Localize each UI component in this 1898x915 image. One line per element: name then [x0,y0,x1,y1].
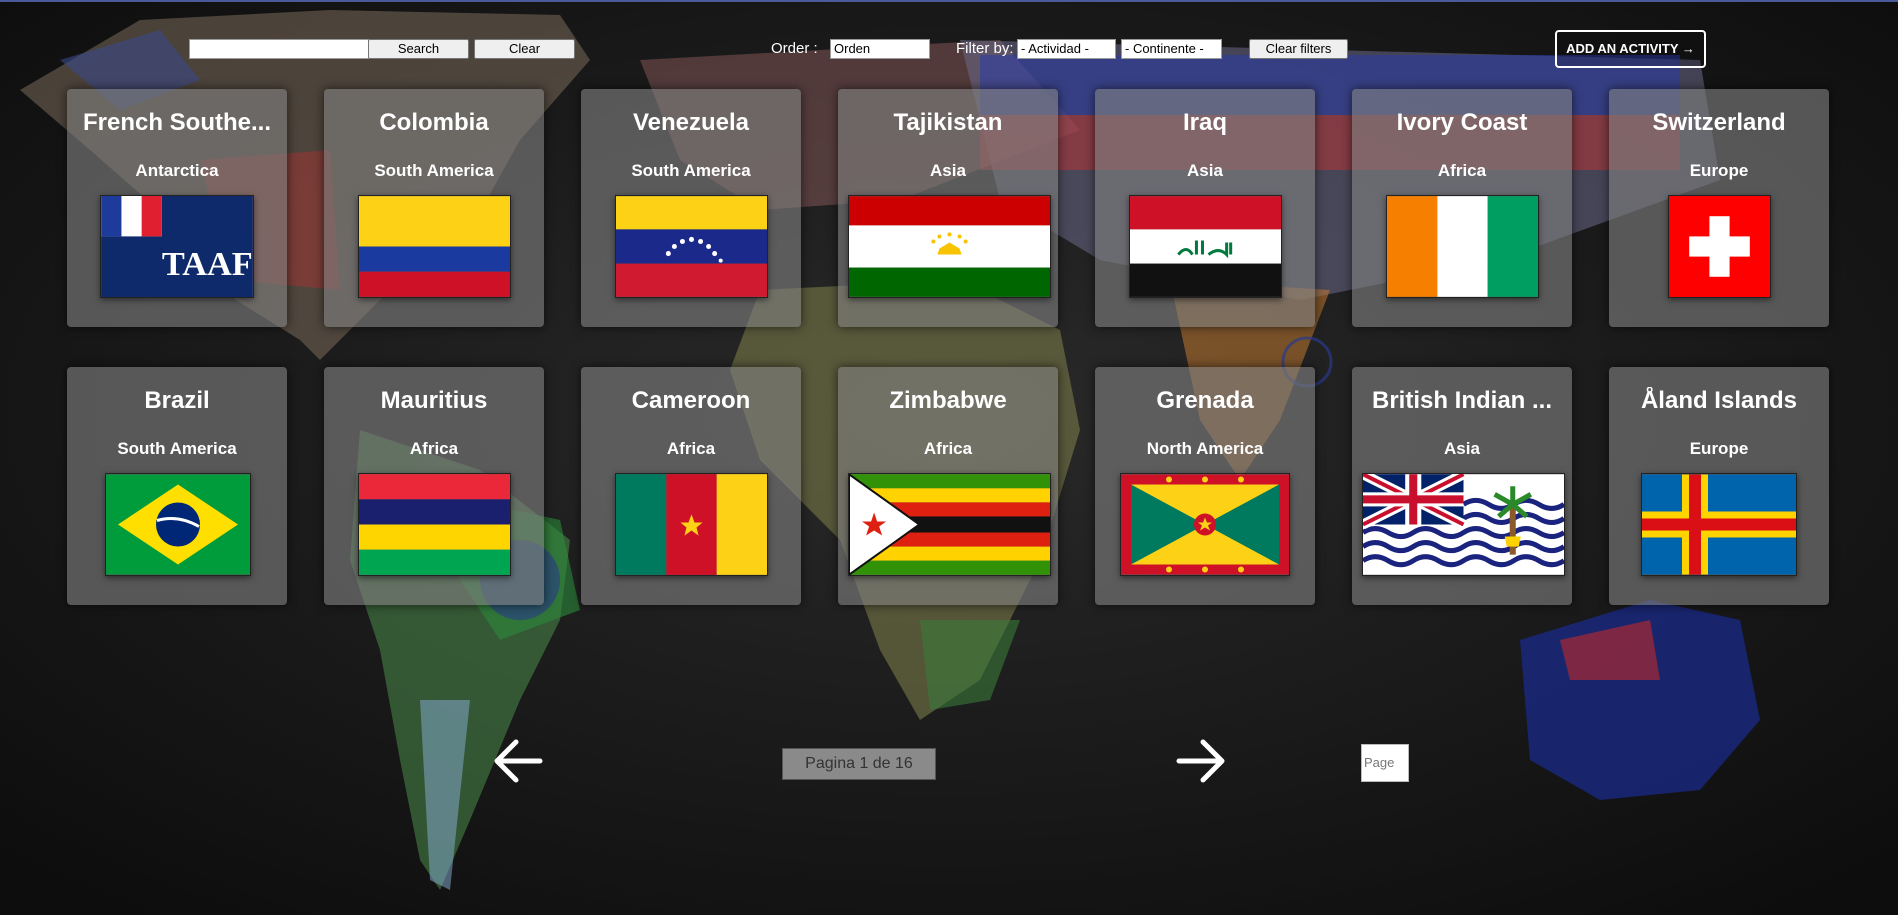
country-continent: Antarctica [135,161,219,180]
country-continent: Europe [1689,161,1749,180]
country-name: Zimbabwe [889,387,1007,414]
search-button[interactable]: Search [368,39,469,59]
continent-filter-select[interactable]: - Continente - [1121,39,1222,59]
clear-filters-button[interactable]: Clear filters [1249,39,1348,59]
country-card[interactable]: Venezuela South America [581,89,801,327]
country-continent: South America [374,161,494,180]
country-card[interactable]: Grenada North America [1095,367,1315,605]
top-border [0,0,1898,2]
add-activity-button[interactable]: ADD AN ACTIVITY → [1555,30,1706,68]
flag-venezuela-icon [615,195,768,298]
country-card[interactable]: Mauritius Africa [324,367,544,605]
country-card[interactable]: Åland Islands Europe [1609,367,1829,605]
flag-brazil-icon [105,473,251,576]
activity-filter-select[interactable]: - Actividad - [1017,39,1116,59]
country-card[interactable]: Zimbabwe Africa [838,367,1058,605]
page-number-input[interactable]: Page [1361,744,1409,782]
flag-aland-islands-icon [1641,473,1797,576]
country-continent: Europe [1689,439,1749,458]
page-indicator: Pagina 1 de 16 [782,748,936,780]
country-card[interactable]: Switzerland Europe [1609,89,1829,327]
country-name: Brazil [144,387,210,414]
country-continent: Asia [1444,439,1480,458]
country-name: French Southe... [82,109,271,136]
country-card[interactable]: Iraq Asia [1095,89,1315,327]
country-name: Venezuela [632,109,750,136]
country-continent: Africa [1437,161,1487,180]
country-continent: Asia [1187,161,1223,180]
order-input[interactable]: Orden [830,39,930,59]
country-name: Iraq [1182,109,1227,136]
country-name: Tajikistan [893,109,1003,136]
filter-label: Filter by: [956,40,1014,57]
flag-iraq-icon [1129,195,1282,298]
country-name: Cameroon [631,387,751,414]
order-label: Order : [771,40,818,57]
country-name: British Indian ... [1371,387,1552,414]
flag-cameroon-icon [615,473,768,576]
country-continent: North America [1146,439,1264,458]
country-name: Colombia [379,109,489,136]
country-name: Switzerland [1652,109,1786,136]
country-name: Åland Islands [1640,387,1798,414]
flag-british-indian-ocean-territory-icon [1362,473,1565,576]
country-card[interactable]: Ivory Coast Africa [1352,89,1572,327]
flag-tajikistan-icon [848,195,1051,298]
country-card[interactable]: French Southe... Antarctica TAAF [67,89,287,327]
country-card[interactable]: Brazil South America [67,367,287,605]
flag-ivory-coast-icon [1386,195,1539,298]
country-continent: South America [117,439,237,458]
country-card[interactable]: British Indian ... Asia [1352,367,1572,605]
country-name: Mauritius [380,387,488,414]
country-name: Ivory Coast [1396,109,1528,136]
clear-search-button[interactable]: Clear [474,39,575,59]
country-continent: South America [631,161,751,180]
country-name: Grenada [1156,387,1254,414]
svg-text:TAAF: TAAF [162,245,253,283]
flag-french-southern-territories-icon: TAAF [100,195,254,298]
country-continent: Africa [666,439,716,458]
country-continent: Africa [409,439,459,458]
country-continent: Africa [923,439,973,458]
country-continent: Asia [930,161,966,180]
country-card[interactable]: Tajikistan Asia [838,89,1058,327]
country-card[interactable]: Colombia South America [324,89,544,327]
flag-grenada-icon [1120,473,1290,576]
flag-colombia-icon [358,195,511,298]
arrow-left-icon[interactable] [492,738,544,784]
search-input[interactable] [189,39,371,59]
country-card[interactable]: Cameroon Africa [581,367,801,605]
flag-switzerland-icon [1668,195,1771,298]
arrow-right-icon[interactable] [1175,738,1227,784]
flag-zimbabwe-icon [848,473,1051,576]
flag-mauritius-icon [358,473,511,576]
